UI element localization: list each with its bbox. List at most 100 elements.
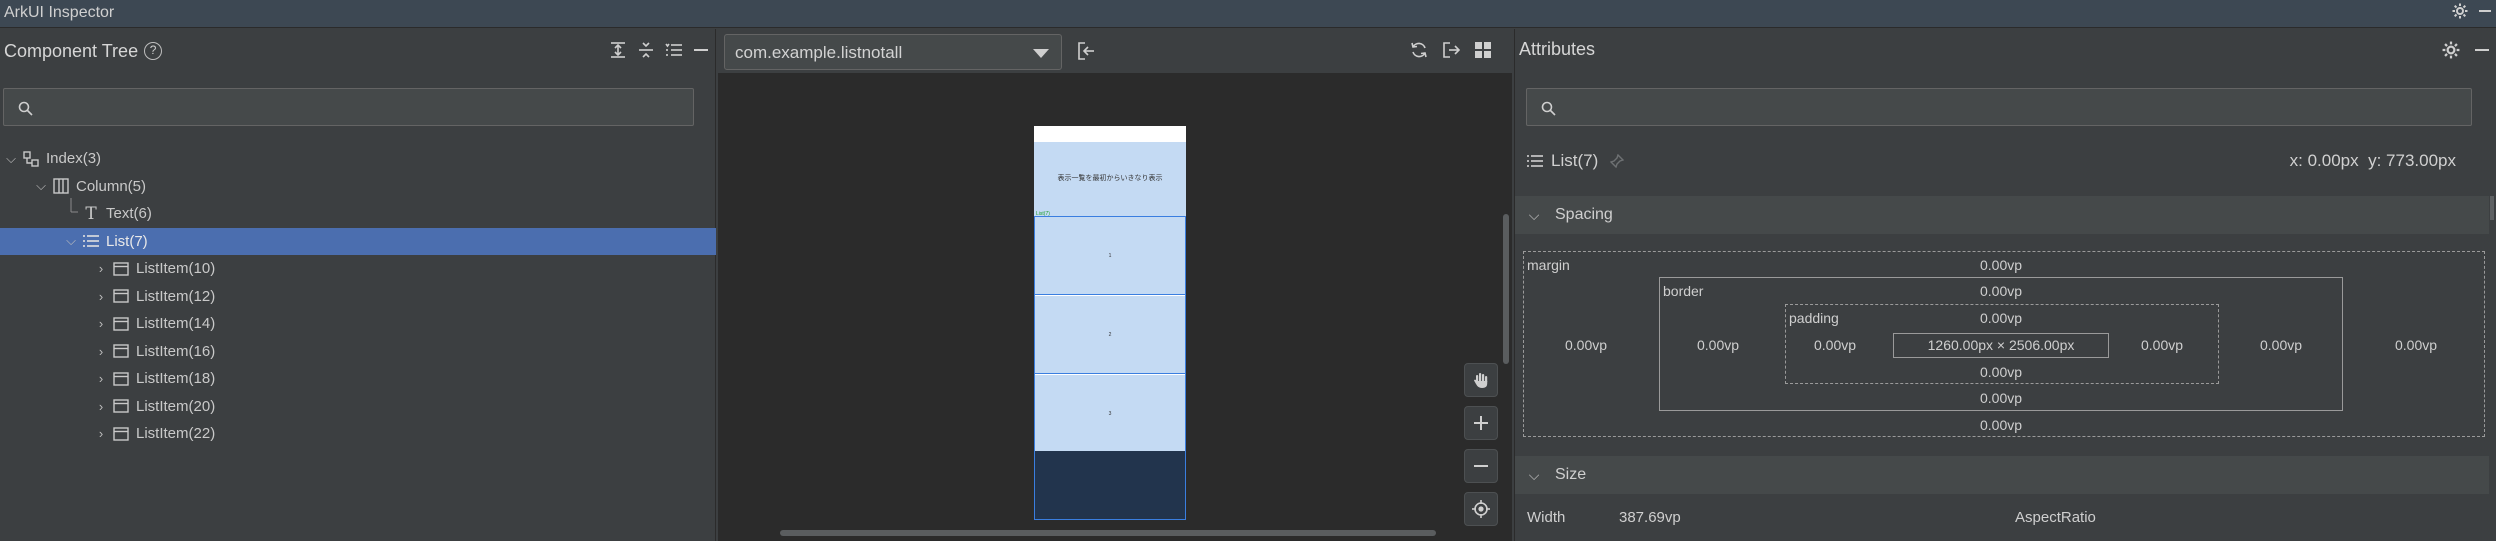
size-section-header[interactable]: ⌵ Size [1515, 456, 2489, 494]
chevron-down-icon[interactable]: ⌵ [4, 151, 18, 167]
tree-node-index[interactable]: ⌵ Index(3) [0, 145, 716, 173]
chevron-right-icon[interactable]: › [94, 371, 108, 386]
border-label: border [1663, 283, 1704, 299]
chevron-down-icon[interactable]: ⌵ [1527, 207, 1541, 224]
list-icon [82, 233, 100, 249]
help-icon[interactable]: ? [144, 42, 163, 60]
preview-list-item[interactable]: 1 [1035, 217, 1185, 295]
vertical-scrollbar[interactable] [1503, 214, 1509, 364]
dropdown-caret-icon[interactable] [1033, 49, 1049, 58]
width-label: Width [1527, 509, 1566, 526]
tree-node-text[interactable]: T Text(6) [0, 198, 716, 228]
padding-right-value: 0.00vp [2141, 337, 2184, 353]
app-select[interactable]: com.example.listnotall [724, 34, 1062, 70]
preview-list-overflow [1034, 451, 1186, 520]
minus-icon [1472, 457, 1490, 475]
locate-button[interactable] [1464, 492, 1498, 526]
listitem-icon [112, 261, 130, 277]
tree-node-listitem[interactable]: › ListItem(16) [0, 338, 716, 366]
zoom-in-button[interactable] [1464, 406, 1498, 440]
collapse-all-icon[interactable] [637, 41, 655, 59]
listitem-icon [112, 398, 130, 414]
hand-icon [1472, 371, 1490, 389]
refresh-icon[interactable] [1410, 41, 1428, 59]
text-icon: T [85, 203, 97, 224]
preview-list-item[interactable]: 2 [1035, 296, 1185, 374]
preview-text-component[interactable]: 表示一覧を最初からいきなり表示 [1034, 142, 1186, 216]
tree-node-label: ListItem(22) [136, 425, 216, 443]
pin-icon[interactable] [1610, 154, 1625, 168]
preview-list-item[interactable]: 3 [1035, 375, 1185, 453]
minimize-panel-icon[interactable] [693, 41, 709, 59]
chevron-right-icon[interactable]: › [94, 426, 108, 441]
margin-label: margin [1527, 257, 1570, 273]
gear-icon[interactable] [2452, 3, 2468, 19]
spacing-section-title: Spacing [1555, 206, 1613, 223]
attributes-scrollbar[interactable] [2490, 196, 2494, 220]
coord-x: x: 0.00px [2289, 151, 2359, 170]
border-left-value: 0.00vp [1697, 337, 1740, 353]
export-icon[interactable] [1442, 41, 1460, 59]
minimize-panel-icon[interactable] [2474, 41, 2490, 59]
preview-list-item-label: 3 [1108, 411, 1112, 417]
tree-node-label: List(7) [106, 232, 148, 250]
chevron-right-icon[interactable]: › [94, 399, 108, 414]
pan-tool-button[interactable] [1464, 363, 1498, 397]
list-view-icon[interactable] [665, 41, 683, 59]
tree-node-label: ListItem(10) [136, 260, 216, 278]
preview-list-item-label: 2 [1108, 332, 1112, 338]
tree-node-label: Index(3) [46, 150, 102, 168]
chevron-right-icon[interactable]: › [94, 316, 108, 331]
selected-node-header: List(7) [1527, 151, 1625, 171]
disconnect-icon[interactable] [1076, 41, 1096, 61]
chevron-right-icon[interactable]: › [94, 261, 108, 276]
spacing-section-header[interactable]: ⌵ Spacing [1515, 196, 2489, 234]
margin-top-value: 0.00vp [1980, 257, 2023, 273]
aspect-ratio-label: AspectRatio [2015, 509, 2096, 526]
component-tree-title: Component Tree [4, 40, 139, 61]
chevron-down-icon[interactable]: ⌵ [1527, 467, 1541, 484]
tree-node-listitem[interactable]: › ListItem(18) [0, 365, 716, 393]
tree-node-label: Column(5) [76, 177, 147, 195]
tree-node-listitem[interactable]: › ListItem(22) [0, 420, 716, 448]
tree-node-label: ListItem(14) [136, 315, 216, 333]
tree-node-label: Text(6) [106, 205, 152, 223]
expand-all-icon[interactable] [609, 41, 627, 59]
zoom-out-button[interactable] [1464, 449, 1498, 483]
settings-gear-icon[interactable] [2442, 41, 2460, 59]
tree-node-label: ListItem(18) [136, 370, 216, 388]
component-tree: ⌵ Index(3) ⌵ Column(5) T Text(6) ⌵ List(… [0, 145, 716, 448]
margin-bottom-value: 0.00vp [1980, 417, 2023, 433]
tree-search-input[interactable] [3, 88, 694, 126]
search-icon [1541, 101, 1556, 116]
attributes-search-input[interactable] [1526, 88, 2472, 126]
padding-bottom-value: 0.00vp [1980, 364, 2023, 380]
tree-node-listitem[interactable]: › ListItem(12) [0, 283, 716, 311]
selected-node-name: List(7) [1551, 151, 1599, 170]
tree-node-label: ListItem(12) [136, 287, 216, 305]
preview-text: 表示一覧を最初からいきなり表示 [1057, 174, 1163, 182]
grid-icon[interactable] [1474, 41, 1492, 59]
tree-node-listitem[interactable]: › ListItem(14) [0, 310, 716, 338]
border-top-value: 0.00vp [1980, 283, 2023, 299]
chevron-right-icon[interactable]: › [94, 344, 108, 359]
tree-node-column[interactable]: ⌵ Column(5) [0, 173, 716, 201]
chevron-right-icon[interactable]: › [94, 289, 108, 304]
chevron-down-icon[interactable]: ⌵ [64, 233, 78, 249]
title-bar: ArkUI Inspector [0, 0, 2496, 28]
chevron-down-icon[interactable]: ⌵ [34, 178, 48, 194]
padding-label: padding [1789, 310, 1839, 326]
minimize-icon[interactable] [2478, 4, 2492, 18]
component-tree-header: Component Tree ? [0, 29, 715, 73]
tree-node-listitem[interactable]: › ListItem(10) [0, 255, 716, 283]
tree-node-listitem[interactable]: › ListItem(20) [0, 393, 716, 421]
horizontal-scrollbar[interactable] [780, 530, 1436, 536]
tree-node-list-selected[interactable]: ⌵ List(7) [0, 227, 716, 255]
tree-node-label: ListItem(16) [136, 342, 216, 360]
coord-y: y: 773.00px [2368, 151, 2456, 170]
listitem-icon [112, 343, 130, 359]
device-preview[interactable]: 表示一覧を最初からいきなり表示 List(7) 1 2 3 [1034, 126, 1186, 520]
plus-icon [1472, 414, 1490, 432]
list-icon [1527, 154, 1543, 168]
index-icon [22, 151, 40, 167]
